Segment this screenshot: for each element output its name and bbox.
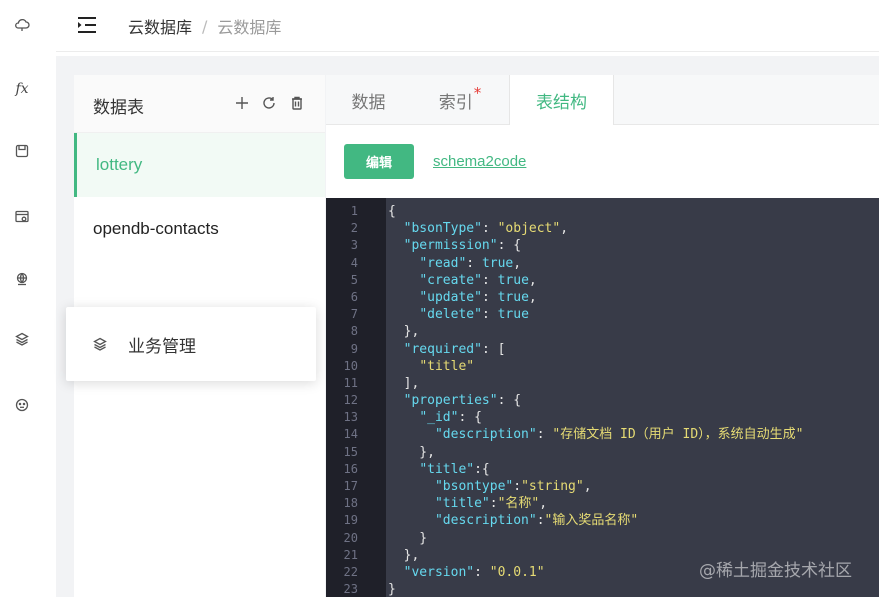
watermark: @稀土掘金技术社区: [699, 561, 852, 581]
globe-icon[interactable]: [11, 268, 33, 290]
code-line: 19 "description":"输入奖品名称": [326, 512, 879, 529]
fx-icon[interactable]: fx: [11, 78, 33, 100]
breadcrumb-item-root[interactable]: 云数据库: [128, 14, 192, 38]
code-line: 20 }: [326, 530, 879, 547]
table-item-label: lottery: [96, 155, 143, 174]
code-line: 16 "title":{: [326, 461, 879, 478]
line-number: 20: [343, 530, 358, 545]
line-number: 11: [343, 375, 358, 390]
breadcrumb-item-current: 云数据库: [217, 18, 282, 37]
code-line: 13 "_id": {: [326, 409, 879, 426]
line-number: 14: [343, 427, 358, 442]
table-item-lottery[interactable]: lottery: [74, 133, 325, 197]
code-lines: 1{ 2 "bsonType": "object", 3 "permission…: [326, 203, 879, 597]
schema-panel: 数据 索引 * 表结构 编辑 schema2code 1{ 2 "bsonType…: [326, 75, 879, 597]
code-line: 5 "create": true,: [326, 272, 879, 289]
code-line: 23}: [326, 581, 879, 597]
line-number: 8: [350, 324, 358, 339]
line-number: 15: [343, 444, 358, 459]
line-number: 21: [343, 547, 358, 562]
line-number: 3: [350, 238, 358, 253]
code-editor[interactable]: 1{ 2 "bsonType": "object", 3 "permission…: [326, 198, 879, 597]
cloud-icon[interactable]: [11, 14, 33, 36]
code-line: 2 "bsonType": "object",: [326, 220, 879, 237]
layers-icon: [92, 336, 108, 352]
line-number: 7: [350, 307, 358, 322]
business-management-menu[interactable]: 业务管理: [66, 307, 316, 381]
tab-index[interactable]: 索引 *: [411, 75, 509, 125]
tab-data[interactable]: 数据: [326, 75, 411, 125]
code-line: 10 "title": [326, 358, 879, 375]
line-number: 17: [343, 479, 358, 493]
schema-toolbar: 编辑 schema2code: [326, 125, 879, 198]
code-line: 17 "bsontype":"string",: [326, 478, 879, 495]
tables-panel-title: 数据表: [93, 98, 144, 118]
refresh-button[interactable]: [260, 94, 278, 112]
line-number: 5: [350, 272, 358, 287]
fx-label: fx: [15, 81, 29, 97]
tab-schema-label: 表结构: [536, 93, 587, 113]
line-number: 9: [350, 341, 358, 356]
delete-table-button[interactable]: [288, 94, 306, 112]
code-line: 11 ],: [326, 375, 879, 392]
line-number: 16: [343, 461, 358, 476]
table-item-opendb-contacts[interactable]: opendb-contacts: [74, 197, 325, 261]
tab-data-label: 数据: [351, 92, 386, 113]
code-line: 1{: [326, 203, 879, 220]
line-number: 6: [350, 289, 358, 304]
table-item-label: opendb-contacts: [93, 219, 219, 238]
line-number: 13: [343, 410, 358, 425]
edit-button[interactable]: 编辑: [344, 144, 414, 179]
icon-rail: fx: [0, 0, 56, 597]
code-line: 6 "update": true,: [326, 289, 879, 306]
business-management-label: 业务管理: [128, 337, 196, 357]
add-table-button[interactable]: [233, 94, 251, 112]
line-number: 10: [343, 358, 358, 373]
line-number: 18: [343, 496, 358, 511]
code-line: 4 "read": true,: [326, 255, 879, 272]
line-number: 4: [350, 255, 358, 270]
unsaved-badge: *: [473, 84, 482, 102]
menu-toggle-icon[interactable]: [76, 14, 98, 36]
code-line: 8 },: [326, 323, 879, 340]
tables-panel-header: 数据表: [74, 75, 325, 133]
code-line: 12 "properties": {: [326, 392, 879, 409]
face-icon[interactable]: [11, 394, 33, 416]
top-header: 云数据库 / 云数据库: [56, 0, 879, 52]
code-line: 3 "permission": {: [326, 237, 879, 254]
code-line: 7 "delete": true: [326, 306, 879, 323]
code-line: 18 "title":"名称",: [326, 495, 879, 512]
tab-index-label: 索引: [438, 92, 473, 113]
schema2code-link[interactable]: schema2code: [433, 153, 526, 170]
line-number: 22: [343, 564, 358, 579]
line-number: 23: [343, 582, 358, 597]
breadcrumb: 云数据库 / 云数据库: [128, 14, 281, 38]
line-number: 19: [343, 513, 358, 528]
line-number: 12: [343, 393, 358, 408]
code-line: 14 "description": "存储文档 ID（用户 ID），系统自动生成…: [326, 426, 879, 443]
tab-bar: 数据 索引 * 表结构: [326, 75, 879, 126]
code-line: 15 },: [326, 444, 879, 461]
tab-schema[interactable]: 表结构: [509, 75, 614, 126]
browser-db-icon[interactable]: [11, 206, 33, 228]
line-number: 1: [350, 204, 358, 218]
storage-icon[interactable]: [11, 140, 33, 162]
code-line: 9 "required": [: [326, 341, 879, 358]
breadcrumb-separator: /: [202, 16, 208, 36]
layers-icon[interactable]: [11, 328, 33, 350]
line-number: 2: [350, 221, 358, 236]
